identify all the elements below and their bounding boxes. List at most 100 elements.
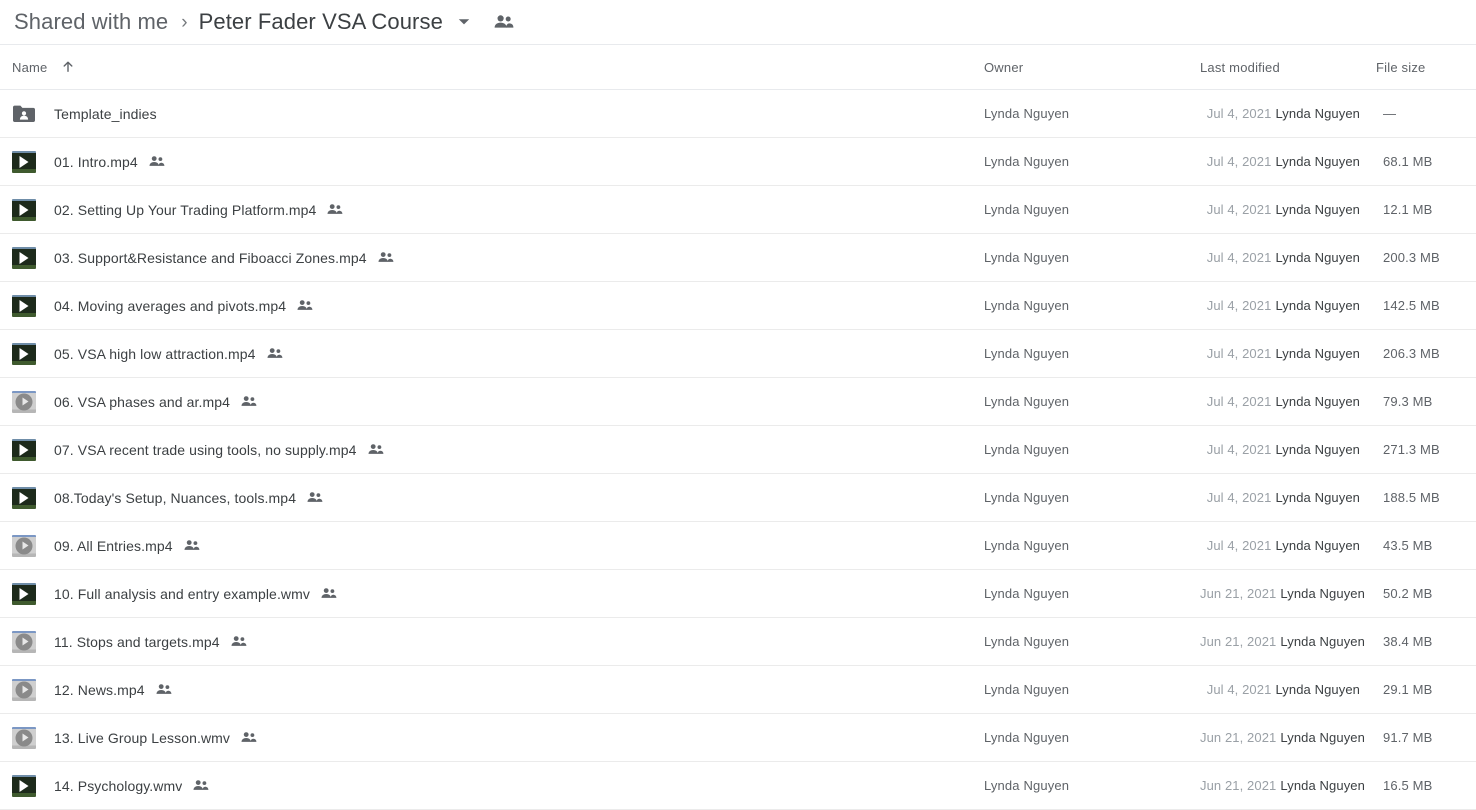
file-size-value: 206.3 MB <box>1383 346 1440 361</box>
file-name-cell[interactable]: 10. Full analysis and entry example.wmv <box>12 582 984 606</box>
table-row[interactable]: 11. Stops and targets.mp4 Lynda Nguyen J… <box>0 618 1476 666</box>
file-name-label: 13. Live Group Lesson.wmv <box>54 729 231 746</box>
file-name-cell[interactable]: 13. Live Group Lesson.wmv <box>12 726 984 750</box>
file-last-modified: Jul 4, 2021 Lynda Nguyen <box>1200 490 1376 505</box>
file-name-cell[interactable]: 02. Setting Up Your Trading Platform.mp4 <box>12 198 984 222</box>
file-size-value: 43.5 MB <box>1383 538 1433 553</box>
table-row[interactable]: 10. Full analysis and entry example.wmv … <box>0 570 1476 618</box>
file-name-cell[interactable]: 14. Psychology.wmv <box>12 774 984 798</box>
file-last-modified: Jun 21, 2021 Lynda Nguyen <box>1200 778 1376 793</box>
file-name-cell[interactable]: 11. Stops and targets.mp4 <box>12 630 984 654</box>
shared-people-icon <box>368 444 384 455</box>
file-size-value: 29.1 MB <box>1383 682 1433 697</box>
column-header-file-size[interactable]: File size <box>1376 60 1466 75</box>
file-name-label: Template_indies <box>54 105 157 122</box>
table-row[interactable]: 02. Setting Up Your Trading Platform.mp4… <box>0 186 1476 234</box>
file-name-cell[interactable]: 01. Intro.mp4 <box>12 150 984 174</box>
file-name-cell[interactable]: 06. VSA phases and ar.mp4 <box>12 390 984 414</box>
table-row[interactable]: Template_indies Lynda Nguyen Jul 4, 2021… <box>0 90 1476 138</box>
file-owner: Lynda Nguyen <box>984 154 1070 169</box>
people-shared-icon[interactable] <box>494 12 514 32</box>
video-thumbnail-dark-icon <box>12 198 36 222</box>
file-owner: Lynda Nguyen <box>984 778 1070 793</box>
video-thumbnail-dark-icon <box>12 486 36 510</box>
chevron-down-icon[interactable] <box>456 14 472 30</box>
video-thumbnail-light-icon <box>12 678 36 702</box>
file-last-modified: Jul 4, 2021 Lynda Nguyen <box>1200 394 1376 409</box>
file-name-cell[interactable]: Template_indies <box>12 102 984 126</box>
table-row[interactable]: 12. News.mp4 Lynda Nguyen Jul 4, 2021 Lyn… <box>0 666 1476 714</box>
file-owner: Lynda Nguyen <box>984 442 1070 457</box>
file-name-label: 04. Moving averages and pivots.mp4 <box>54 297 287 314</box>
file-list: Template_indies Lynda Nguyen Jul 4, 2021… <box>0 90 1476 810</box>
file-owner: Lynda Nguyen <box>984 730 1070 745</box>
table-row[interactable]: 09. All Entries.mp4 Lynda Nguyen Jul 4, … <box>0 522 1476 570</box>
last-modified-by: Lynda Nguyen <box>1275 682 1360 697</box>
file-name-cell[interactable]: 08.Today's Setup, Nuances, tools.mp4 <box>12 486 984 510</box>
table-row[interactable]: 01. Intro.mp4 Lynda Nguyen Jul 4, 2021 Ly… <box>0 138 1476 186</box>
shared-people-icon <box>297 300 313 311</box>
shared-folder-icon <box>12 102 36 126</box>
shared-people-icon <box>307 492 323 503</box>
last-modified-by: Lynda Nguyen <box>1280 586 1365 601</box>
table-row[interactable]: 06. VSA phases and ar.mp4 Lynda Nguyen J… <box>0 378 1476 426</box>
file-size-value: 271.3 MB <box>1383 442 1440 457</box>
file-last-modified: Jul 4, 2021 Lynda Nguyen <box>1200 250 1376 265</box>
file-name-cell[interactable]: 04. Moving averages and pivots.mp4 <box>12 294 984 318</box>
file-last-modified: Jun 21, 2021 Lynda Nguyen <box>1200 730 1376 745</box>
last-modified-date: Jul 4, 2021 <box>1206 298 1272 313</box>
file-name-label: 07. VSA recent trade using tools, no sup… <box>54 441 357 458</box>
breadcrumb-separator-icon: › <box>181 11 188 33</box>
shared-people-icon <box>193 780 209 791</box>
table-row[interactable]: 13. Live Group Lesson.wmv Lynda Nguyen J… <box>0 714 1476 762</box>
file-last-modified: Jul 4, 2021 Lynda Nguyen <box>1200 202 1376 217</box>
table-row[interactable]: 08.Today's Setup, Nuances, tools.mp4 Lyn… <box>0 474 1476 522</box>
last-modified-by: Lynda Nguyen <box>1275 346 1360 361</box>
file-name-label: 14. Psychology.wmv <box>54 777 183 794</box>
column-header-name[interactable]: Name <box>12 60 984 75</box>
file-name-cell[interactable]: 12. News.mp4 <box>12 678 984 702</box>
video-thumbnail-light-icon <box>12 630 36 654</box>
file-size-value: 68.1 MB <box>1383 154 1433 169</box>
breadcrumb-current-folder[interactable]: Peter Fader VSA Course <box>199 9 443 35</box>
file-owner: Lynda Nguyen <box>984 682 1070 697</box>
last-modified-by: Lynda Nguyen <box>1275 154 1360 169</box>
file-name-cell[interactable]: 03. Support&Resistance and Fiboacci Zone… <box>12 246 984 270</box>
file-owner: Lynda Nguyen <box>984 106 1070 121</box>
file-last-modified: Jul 4, 2021 Lynda Nguyen <box>1200 538 1376 553</box>
breadcrumb-shared-with-me[interactable]: Shared with me <box>14 9 168 35</box>
video-thumbnail-dark-icon <box>12 774 36 798</box>
table-row[interactable]: 05. VSA high low attraction.mp4 Lynda Ng… <box>0 330 1476 378</box>
file-last-modified: Jul 4, 2021 Lynda Nguyen <box>1200 298 1376 313</box>
file-name-cell[interactable]: 05. VSA high low attraction.mp4 <box>12 342 984 366</box>
last-modified-date: Jun 21, 2021 <box>1200 778 1277 793</box>
column-header-last-modified[interactable]: Last modified <box>1200 60 1376 75</box>
table-row[interactable]: 04. Moving averages and pivots.mp4 Lynda… <box>0 282 1476 330</box>
file-size-value: 200.3 MB <box>1383 250 1440 265</box>
breadcrumb: Shared with me › Peter Fader VSA Course <box>0 0 1476 44</box>
last-modified-by: Lynda Nguyen <box>1275 250 1360 265</box>
shared-people-icon <box>149 156 165 167</box>
file-owner: Lynda Nguyen <box>984 346 1070 361</box>
table-row[interactable]: 07. VSA recent trade using tools, no sup… <box>0 426 1476 474</box>
file-name-cell[interactable]: 07. VSA recent trade using tools, no sup… <box>12 438 984 462</box>
file-name-cell[interactable]: 09. All Entries.mp4 <box>12 534 984 558</box>
video-thumbnail-light-icon <box>12 726 36 750</box>
file-name-label: 01. Intro.mp4 <box>54 153 138 170</box>
column-header-name-label: Name <box>12 59 48 75</box>
column-header-owner[interactable]: Owner <box>984 60 1200 75</box>
shared-people-icon <box>241 732 257 743</box>
table-row[interactable]: 03. Support&Resistance and Fiboacci Zone… <box>0 234 1476 282</box>
shared-people-icon <box>327 204 343 215</box>
file-name-label: 02. Setting Up Your Trading Platform.mp4 <box>54 201 317 218</box>
table-row[interactable]: 14. Psychology.wmv Lynda Nguyen Jun 21, … <box>0 762 1476 810</box>
file-last-modified: Jun 21, 2021 Lynda Nguyen <box>1200 634 1376 649</box>
last-modified-by: Lynda Nguyen <box>1280 634 1365 649</box>
last-modified-date: Jul 4, 2021 <box>1206 442 1272 457</box>
file-name-label: 06. VSA phases and ar.mp4 <box>54 393 231 410</box>
shared-people-icon <box>231 636 247 647</box>
sort-ascending-arrow-icon[interactable] <box>61 60 75 74</box>
last-modified-by: Lynda Nguyen <box>1275 442 1360 457</box>
file-name-label: 11. Stops and targets.mp4 <box>54 633 220 650</box>
video-thumbnail-dark-icon <box>12 294 36 318</box>
